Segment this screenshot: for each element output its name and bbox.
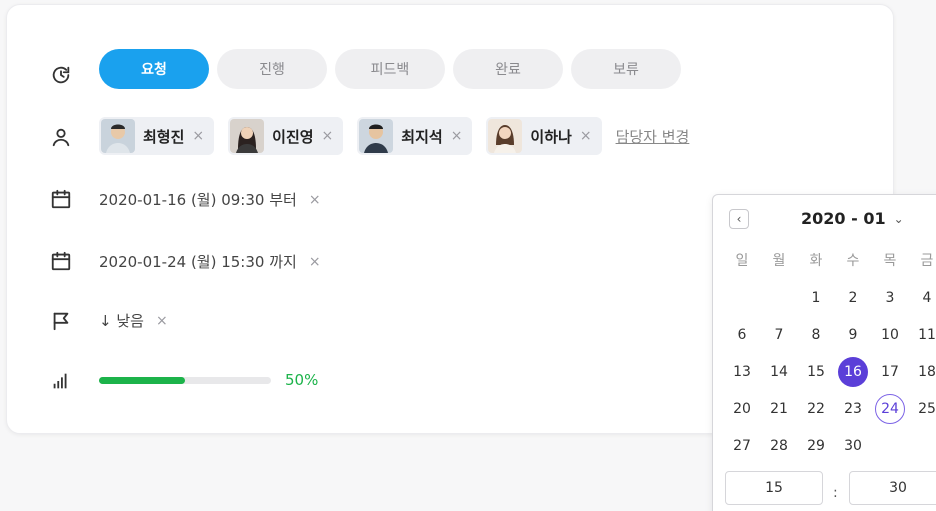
signal-bars-icon bbox=[47, 367, 75, 395]
calendar-day[interactable]: 8 bbox=[801, 320, 831, 350]
priority: ↓ 낮음 × bbox=[99, 310, 168, 331]
calendar-day[interactable]: 3 bbox=[875, 283, 905, 313]
calendar-day[interactable]: 27 bbox=[727, 431, 757, 461]
calendar-day[interactable]: 14 bbox=[764, 357, 794, 387]
month-selector[interactable]: 2020 - 01 ⌄ bbox=[801, 209, 904, 228]
calendar-day[interactable]: 24 bbox=[875, 394, 905, 424]
calendar-day[interactable]: 6 bbox=[727, 320, 757, 350]
assignee-chip: 이진영 × bbox=[228, 117, 344, 155]
end-date-text[interactable]: 2020-01-24 (월) 15:30 까지 bbox=[99, 251, 297, 272]
calendar-icon bbox=[47, 247, 75, 275]
calendar-day[interactable]: 17 bbox=[875, 357, 905, 387]
calendar-day[interactable]: 30 bbox=[838, 431, 868, 461]
assignee-chip: 최형진 × bbox=[99, 117, 215, 155]
date-picker-popup: ‹ 2020 - 01 ⌄ 일 월 화 수 목 금 1 2 3 4 6 7 8 9 10 11 13 14 15 16… bbox=[712, 194, 936, 511]
start-date: 2020-01-16 (월) 09:30 부터 × bbox=[99, 189, 321, 210]
time-separator: : bbox=[833, 485, 838, 501]
hour-input[interactable]: 15 bbox=[725, 471, 823, 505]
progress-bar-fill bbox=[99, 376, 185, 384]
calendar-day[interactable]: 22 bbox=[801, 394, 831, 424]
clear-end-date-button[interactable]: × bbox=[309, 254, 321, 270]
calendar-icon bbox=[47, 185, 75, 213]
remove-assignee-button[interactable]: × bbox=[451, 128, 463, 144]
weekday-label: 수 bbox=[846, 253, 860, 269]
weekday-label: 화 bbox=[809, 253, 823, 269]
calendar-day[interactable]: 9 bbox=[838, 320, 868, 350]
assignee-name: 이하나 bbox=[530, 127, 572, 146]
avatar bbox=[101, 119, 135, 153]
remove-assignee-button[interactable]: × bbox=[192, 128, 204, 144]
avatar bbox=[230, 119, 265, 153]
minute-input[interactable]: 30 bbox=[849, 471, 936, 505]
calendar-day[interactable]: 4 bbox=[912, 283, 936, 313]
calendar-day[interactable]: 16 bbox=[838, 357, 868, 387]
status-pills: 요청 진행 피드백 완료 보류 bbox=[99, 49, 689, 89]
status-pill-done[interactable]: 완료 bbox=[453, 49, 563, 89]
calendar-day[interactable]: 2 bbox=[838, 283, 868, 313]
start-date-text[interactable]: 2020-01-16 (월) 09:30 부터 bbox=[99, 189, 297, 210]
priority-text[interactable]: ↓ 낮음 bbox=[99, 310, 144, 331]
status-pill-feedback[interactable]: 피드백 bbox=[335, 49, 445, 89]
assignee-name: 최형진 bbox=[143, 127, 185, 146]
remove-assignee-button[interactable]: × bbox=[322, 128, 334, 144]
weekday-label: 월 bbox=[772, 253, 786, 269]
avatar bbox=[488, 119, 523, 153]
progress: 50% bbox=[99, 371, 318, 389]
assignee-chip: 최지석 × bbox=[357, 117, 473, 155]
status-pill-progress[interactable]: 진행 bbox=[217, 49, 327, 89]
status-pill-hold[interactable]: 보류 bbox=[571, 49, 681, 89]
calendar-day[interactable]: 25 bbox=[912, 394, 936, 424]
prev-month-button[interactable]: ‹ bbox=[729, 209, 749, 229]
calendar-day[interactable]: 20 bbox=[727, 394, 757, 424]
calendar-day[interactable]: 13 bbox=[727, 357, 757, 387]
calendar-day[interactable]: 11 bbox=[912, 320, 936, 350]
calendar-day[interactable]: 28 bbox=[764, 431, 794, 461]
calendar-day[interactable]: 1 bbox=[801, 283, 831, 313]
avatar bbox=[359, 119, 394, 153]
assignee-list: 최형진 × 이진영 × 최지석 × 이하나 × 담당자 변경 bbox=[99, 117, 689, 155]
calendar-day[interactable]: 23 bbox=[838, 394, 868, 424]
weekday-label: 목 bbox=[883, 253, 897, 269]
month-title: 2020 - 01 bbox=[801, 209, 886, 228]
assignee-name: 최지석 bbox=[401, 127, 443, 146]
chevron-down-icon: ⌄ bbox=[893, 211, 904, 226]
clear-priority-button[interactable]: × bbox=[156, 313, 168, 329]
person-icon bbox=[47, 123, 75, 151]
status-pill-request[interactable]: 요청 bbox=[99, 49, 209, 89]
calendar-day[interactable]: 15 bbox=[801, 357, 831, 387]
calendar-day[interactable]: 7 bbox=[764, 320, 794, 350]
calendar-day[interactable]: 10 bbox=[875, 320, 905, 350]
assignee-name: 이진영 bbox=[272, 127, 314, 146]
calendar-day[interactable]: 21 bbox=[764, 394, 794, 424]
progress-bar[interactable] bbox=[99, 376, 271, 384]
clear-start-date-button[interactable]: × bbox=[309, 192, 321, 208]
calendar-day[interactable]: 18 bbox=[912, 357, 936, 387]
weekday-label: 금 bbox=[920, 253, 934, 269]
end-date: 2020-01-24 (월) 15:30 까지 × bbox=[99, 251, 321, 272]
remove-assignee-button[interactable]: × bbox=[580, 128, 592, 144]
status-clock-icon bbox=[47, 61, 75, 89]
weekday-label: 일 bbox=[735, 253, 749, 269]
calendar-day[interactable]: 29 bbox=[801, 431, 831, 461]
flag-icon bbox=[47, 307, 75, 335]
change-assignee-link[interactable]: 담당자 변경 bbox=[616, 126, 690, 147]
assignee-chip: 이하나 × bbox=[486, 117, 602, 155]
progress-label: 50% bbox=[285, 371, 319, 389]
